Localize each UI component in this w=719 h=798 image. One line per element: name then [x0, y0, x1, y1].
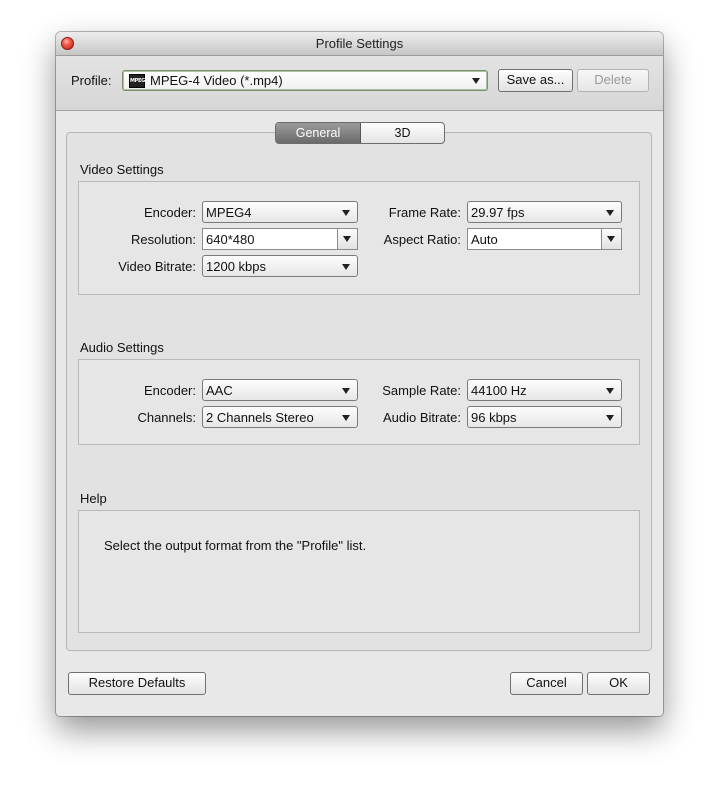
save-as-button[interactable]: Save as... — [498, 69, 573, 92]
audio-bitrate-label: Audio Bitrate: — [382, 410, 461, 425]
audio-encoder-value: AAC — [206, 383, 233, 398]
channels-label: Channels: — [137, 410, 196, 425]
frame-rate-select[interactable]: 29.97 fps — [467, 201, 622, 223]
sample-rate-label: Sample Rate: — [382, 383, 461, 398]
resolution-combo[interactable]: 640*480 — [202, 228, 358, 250]
audio-settings-title: Audio Settings — [80, 340, 164, 355]
frame-rate-value: 29.97 fps — [471, 205, 525, 220]
channels-select[interactable]: 2 Channels Stereo — [202, 406, 358, 428]
chevron-down-icon — [472, 78, 480, 84]
delete-button[interactable]: Delete — [577, 69, 649, 92]
audio-bitrate-value: 96 kbps — [471, 410, 517, 425]
chevron-down-icon — [606, 388, 614, 394]
mpeg-file-icon: MPEG — [129, 74, 145, 88]
chevron-down-icon — [607, 236, 615, 242]
video-encoder-value: MPEG4 — [206, 205, 252, 220]
aspect-ratio-dropdown-button[interactable] — [601, 229, 621, 249]
video-bitrate-label: Video Bitrate: — [118, 259, 196, 274]
chevron-down-icon — [342, 210, 350, 216]
tab-bar: General 3D — [275, 122, 445, 144]
resolution-dropdown-button[interactable] — [337, 229, 357, 249]
frame-rate-label: Frame Rate: — [388, 205, 461, 220]
profile-settings-window: Profile Settings Profile: MPEG MPEG-4 Vi… — [56, 32, 663, 716]
window-title: Profile Settings — [315, 36, 404, 51]
help-title: Help — [80, 491, 107, 506]
profile-label: Profile: — [71, 73, 112, 88]
profile-toolbar: Profile: MPEG MPEG-4 Video (*.mp4) Save … — [56, 56, 663, 111]
chevron-down-icon — [606, 415, 614, 421]
tab-general[interactable]: General — [276, 123, 361, 143]
audio-encoder-label: Encoder: — [143, 383, 196, 398]
video-encoder-label: Encoder: — [143, 205, 196, 220]
aspect-ratio-value[interactable]: Auto — [471, 232, 498, 247]
sample-rate-value: 44100 Hz — [471, 383, 527, 398]
cancel-button[interactable]: Cancel — [510, 672, 583, 695]
aspect-ratio-combo[interactable]: Auto — [467, 228, 622, 250]
chevron-down-icon — [606, 210, 614, 216]
title-bar[interactable]: Profile Settings — [56, 32, 663, 56]
sample-rate-select[interactable]: 44100 Hz — [467, 379, 622, 401]
chevron-down-icon — [342, 415, 350, 421]
resolution-label: Resolution: — [130, 232, 196, 247]
video-settings-title: Video Settings — [80, 162, 164, 177]
audio-encoder-select[interactable]: AAC — [202, 379, 358, 401]
tab-3d[interactable]: 3D — [361, 123, 444, 143]
resolution-value[interactable]: 640*480 — [206, 232, 254, 247]
help-text: Select the output format from the "Profi… — [104, 538, 367, 553]
ok-button[interactable]: OK — [587, 672, 650, 695]
chevron-down-icon — [342, 388, 350, 394]
video-encoder-select[interactable]: MPEG4 — [202, 201, 358, 223]
video-bitrate-select[interactable]: 1200 kbps — [202, 255, 358, 277]
chevron-down-icon — [343, 236, 351, 242]
restore-defaults-button[interactable]: Restore Defaults — [68, 672, 206, 695]
chevron-down-icon — [342, 264, 350, 270]
channels-value: 2 Channels Stereo — [206, 410, 314, 425]
profile-select-value: MPEG-4 Video (*.mp4) — [150, 73, 283, 88]
profile-select[interactable]: MPEG MPEG-4 Video (*.mp4) — [122, 70, 488, 91]
audio-settings-group — [78, 359, 640, 445]
help-group — [78, 510, 640, 633]
audio-bitrate-select[interactable]: 96 kbps — [467, 406, 622, 428]
video-bitrate-value: 1200 kbps — [206, 259, 266, 274]
aspect-ratio-label: Aspect Ratio: — [383, 232, 461, 247]
